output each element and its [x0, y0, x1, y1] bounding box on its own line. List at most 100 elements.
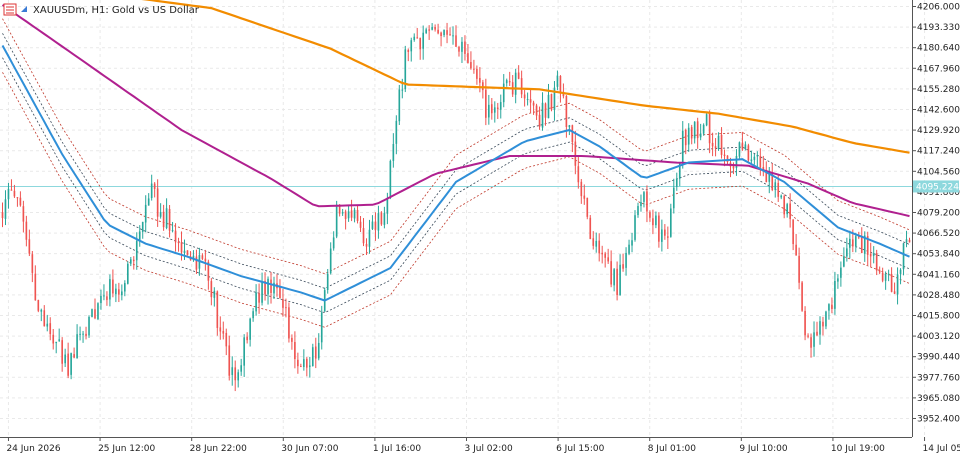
- candle-body: [401, 89, 404, 91]
- candle-body: [270, 279, 272, 294]
- candle-body: [282, 299, 284, 308]
- candle-body: [887, 273, 890, 275]
- candle-body: [577, 166, 580, 183]
- candle-body: [213, 290, 216, 298]
- x-tick-label: 28 Jun 22:00: [190, 444, 247, 454]
- candle-body: [783, 196, 786, 215]
- candle-body: [559, 75, 562, 93]
- candle-body: [473, 68, 475, 70]
- candle-body: [440, 32, 442, 37]
- candle-body: [285, 307, 287, 309]
- candle-body: [168, 208, 171, 231]
- candle-body: [610, 261, 612, 285]
- candle-body: [550, 93, 553, 110]
- chart-panel[interactable]: 4206.000 4193.330 4180.640 4167.960 4155.280…: [0, 0, 960, 455]
- y-tick-label: 4167.960: [917, 64, 960, 74]
- candle-body: [467, 53, 469, 63]
- candle-body: [843, 256, 845, 267]
- candle-body: [416, 37, 419, 39]
- candle-body: [100, 295, 102, 304]
- y-tick-label: 3965.080: [917, 394, 960, 404]
- y-tick-label: 4129.920: [917, 126, 960, 136]
- candle-body: [499, 102, 502, 110]
- candle-body: [350, 210, 353, 218]
- candle-body: [52, 334, 55, 344]
- candle-body: [711, 142, 714, 147]
- candle-body: [94, 309, 96, 319]
- candle-body: [28, 239, 31, 254]
- candle-body: [801, 282, 803, 311]
- candle-body: [589, 217, 592, 239]
- candle-body: [747, 145, 750, 161]
- candle-body: [177, 241, 180, 244]
- candle-body: [437, 29, 439, 34]
- candle-body: [249, 318, 251, 340]
- candle-body: [237, 372, 240, 381]
- time-axis[interactable]: 24 Jun 2026 25 Jun 12:00 28 Jun 22:00 30 Ju…: [6, 437, 960, 454]
- candle-body: [246, 336, 248, 341]
- candle-body: [204, 258, 207, 262]
- candle-body: [496, 107, 499, 110]
- candle-body: [407, 49, 410, 52]
- y-tick-label: 4193.330: [917, 23, 960, 33]
- candle-body: [258, 293, 260, 303]
- candle-body: [490, 104, 493, 114]
- candle-body: [43, 310, 46, 327]
- candle-body: [854, 236, 857, 247]
- candle-body: [476, 68, 478, 79]
- x-tick-label: 1 Jul 16:00: [373, 444, 422, 454]
- candle-body: [37, 300, 40, 311]
- candle-body: [881, 272, 884, 281]
- candle-body: [267, 278, 269, 295]
- x-tick-label: 14 Jul 05:00: [923, 444, 960, 454]
- x-tick-label: 24 Jun 2026: [6, 444, 60, 454]
- candle-body: [135, 240, 138, 261]
- candle-body: [109, 279, 111, 300]
- candle-body: [103, 295, 105, 297]
- candle-body: [446, 30, 448, 35]
- candle-body: [819, 321, 821, 335]
- candle-body: [655, 215, 657, 226]
- y-tick-label: 4066.520: [917, 229, 960, 239]
- candle-body: [896, 274, 899, 295]
- candle-body: [395, 120, 398, 144]
- candle-body: [306, 358, 308, 368]
- candle-body: [25, 221, 28, 240]
- candle-body: [708, 113, 711, 144]
- candle-body: [144, 204, 147, 223]
- candle-body: [240, 365, 243, 372]
- candle-body: [183, 250, 186, 254]
- candle-body: [675, 178, 678, 187]
- candle-body: [872, 253, 875, 256]
- candle-body: [568, 125, 571, 128]
- candle-body: [118, 289, 120, 295]
- candle-body: [362, 228, 365, 244]
- candle-body: [82, 333, 84, 335]
- candle-body: [31, 254, 34, 273]
- candle-body: [153, 183, 156, 189]
- envelope-upper-red: [2, 18, 910, 275]
- candle-body: [893, 291, 896, 294]
- price-chart[interactable]: 4206.000 4193.330 4180.640 4167.960 4155.280…: [0, 0, 960, 455]
- candle-body: [79, 333, 81, 335]
- y-tick-label: 3990.440: [917, 353, 960, 363]
- candle-body: [717, 135, 720, 150]
- candle-body: [13, 190, 16, 197]
- candle-body: [479, 77, 481, 83]
- y-tick-label: 4142.600: [917, 105, 960, 115]
- candle-body: [311, 347, 314, 367]
- candle-body: [637, 206, 639, 215]
- candle-body: [97, 303, 99, 320]
- candle-body: [851, 239, 854, 247]
- candle-body: [625, 252, 627, 268]
- y-tick-label: 3952.400: [917, 414, 960, 424]
- y-tick-label: 4155.280: [917, 85, 960, 95]
- candle-body: [279, 287, 281, 299]
- candle-body: [291, 337, 293, 342]
- candle-body: [353, 209, 356, 219]
- candle-body: [470, 62, 472, 69]
- price-axis[interactable]: 4206.000 4193.330 4180.640 4167.960 4155.280…: [912, 2, 960, 424]
- candle-body: [341, 212, 344, 214]
- candle-body: [216, 291, 219, 328]
- candle-body: [520, 78, 523, 95]
